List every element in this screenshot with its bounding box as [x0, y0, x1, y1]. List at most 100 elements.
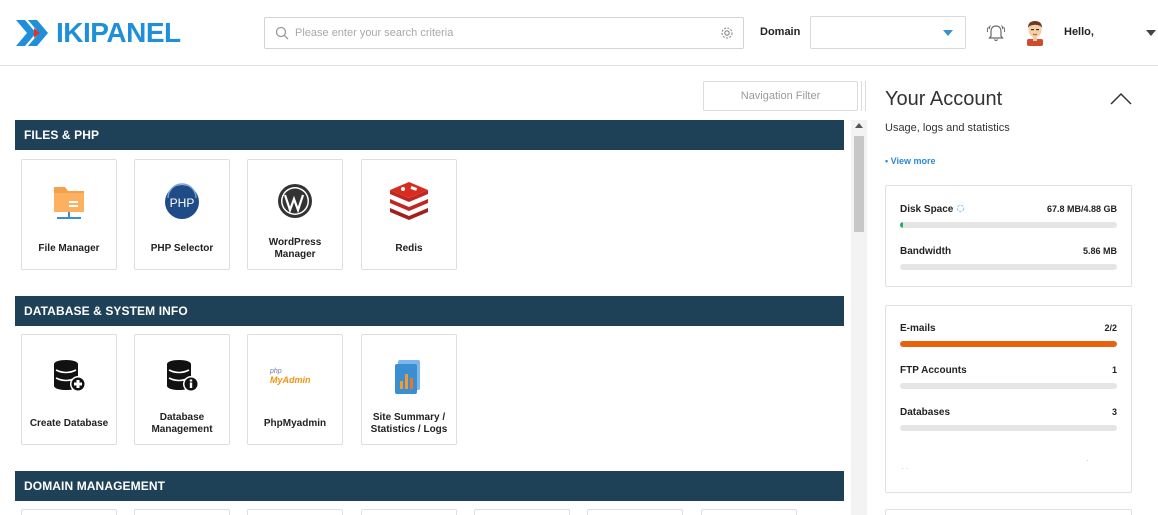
stat-progress-track [900, 222, 1117, 228]
tile-icon-wrap [22, 178, 116, 224]
stat-name-text: Disk Space [900, 204, 954, 215]
statistics-icon [395, 360, 420, 394]
tile-label: Redis [395, 243, 423, 254]
logo-text-prefix: IKI [56, 17, 91, 48]
stat-value: 1 [1111, 365, 1117, 375]
stat-disk-space: Disk Space 67.8 MB/4.88 GB [900, 204, 1117, 234]
stat-emails: E-mails 2/2 [900, 323, 1117, 353]
stat-name: E-mails [900, 323, 936, 334]
redis-icon [390, 182, 428, 220]
tile-icon-wrap [362, 178, 456, 224]
ikipanel-logo[interactable]: IKIPANEL [16, 14, 181, 52]
section-database-system-info[interactable]: DATABASE & SYSTEM INFO [15, 296, 844, 326]
logo-text-suffix: PANEL [90, 17, 181, 48]
stat-bandwidth: Bandwidth 5.86 MB [900, 246, 1117, 276]
account-title: Your Account [885, 88, 1003, 110]
stat-ftp-accounts: FTP Accounts 1 [900, 365, 1117, 395]
stat-name: Bandwidth [900, 246, 952, 257]
domain-select[interactable] [810, 16, 966, 49]
scroll-up-arrow-icon[interactable] [855, 123, 863, 128]
search-box[interactable] [264, 17, 744, 49]
tile-icon-wrap [362, 353, 456, 399]
tile-icon-wrap: php MyAdmin [248, 353, 342, 399]
filter-divider [861, 81, 866, 111]
tile-domain-7[interactable] [701, 509, 797, 515]
tile-label: PHP Selector [150, 243, 214, 254]
logo-text-suffix-label: PANEL [90, 17, 181, 48]
tile-domain-2[interactable] [134, 509, 230, 515]
tile-create-database[interactable]: Create Database [21, 334, 117, 445]
tile-database-management[interactable]: Database Management [134, 334, 230, 445]
stat-progress-track [900, 425, 1117, 431]
usage-card-resources: Disk Space 67.8 MB/4.88 GB Bandwidth 5.8… [885, 185, 1132, 287]
database-manage-icon [167, 360, 199, 392]
logo-text: IKIPANEL [56, 19, 181, 47]
stat-progress-track [900, 264, 1117, 270]
folder-icon [54, 187, 84, 219]
tile-domain-4[interactable] [361, 509, 457, 515]
tile-icon-wrap [22, 353, 116, 399]
tile-domain-3[interactable] [247, 509, 343, 515]
tile-icon-wrap [135, 353, 229, 399]
tile-label: Database Management [151, 412, 213, 435]
tile-redis[interactable]: Redis [361, 159, 457, 270]
usage-card-more [885, 509, 1132, 515]
navigation-filter[interactable] [703, 81, 858, 111]
search-input[interactable] [295, 19, 720, 47]
usage-card-accounts: E-mails 2/2 FTP Accounts 1 Databases 3 ·… [885, 305, 1132, 493]
stat-value: 3 [1111, 407, 1117, 417]
tile-label: File Manager [38, 243, 100, 254]
php-icon: PHP [165, 183, 199, 219]
decorative-dots: · [1086, 456, 1089, 465]
tile-php-selector[interactable]: PHP PHP Selector [134, 159, 230, 270]
top-header: IKIPANEL Domain Hello, [0, 0, 1158, 66]
database-add-icon [54, 360, 86, 392]
search-icon [275, 26, 289, 40]
stat-name: FTP Accounts [900, 365, 967, 376]
tile-domain-5[interactable] [474, 509, 570, 515]
gear-icon[interactable] [720, 26, 734, 40]
stat-progress-track [900, 383, 1117, 389]
stat-value: 67.8 MB/4.88 GB [1046, 204, 1117, 214]
stat-name: Databases [900, 407, 951, 418]
svg-text:PHP: PHP [170, 196, 195, 210]
tile-icon-wrap [248, 178, 342, 224]
navigation-filter-input[interactable] [704, 82, 857, 110]
tile-label: Site Summary / Statistics / Logs [370, 412, 448, 435]
tile-label: Create Database [29, 418, 109, 429]
stat-value: 5.86 MB [1082, 246, 1117, 256]
content-scrollbar[interactable] [851, 120, 867, 515]
domain-label: Domain [760, 26, 801, 38]
stat-progress-fill [900, 222, 904, 228]
wordpress-icon [278, 184, 312, 218]
stat-databases: Databases 3 [900, 407, 1117, 437]
tile-label: WordPress Manager [268, 237, 322, 260]
avatar[interactable] [1023, 18, 1047, 46]
chevron-up-icon[interactable] [1109, 92, 1133, 106]
tile-domain-6[interactable] [587, 509, 683, 515]
phpmyadmin-icon: php MyAdmin [270, 361, 320, 391]
tile-domain-1[interactable] [21, 509, 117, 515]
stat-progress-fill [900, 341, 1117, 347]
section-domain-management[interactable]: DOMAIN MANAGEMENT [15, 471, 844, 501]
scroll-thumb[interactable] [854, 136, 864, 232]
user-menu-chevron-icon[interactable] [1146, 30, 1156, 36]
tile-file-manager[interactable]: File Manager [21, 159, 117, 270]
stat-progress-track [900, 341, 1117, 347]
tile-phpmyadmin[interactable]: php MyAdmin PhpMyadmin [247, 334, 343, 445]
decorative-dots: · · [901, 464, 909, 473]
tile-icon-wrap: PHP [135, 178, 229, 224]
phpmyadmin-logo-big: MyAdmin [270, 375, 311, 385]
tile-label: PhpMyadmin [263, 418, 327, 429]
refresh-icon[interactable] [956, 204, 965, 213]
view-more-link[interactable]: • View more [885, 156, 936, 166]
bell-icon[interactable] [984, 21, 1008, 45]
stat-value: 2/2 [1104, 323, 1117, 333]
account-subtitle: Usage, logs and statistics [885, 122, 1010, 134]
section-files-php[interactable]: FILES & PHP [15, 120, 844, 150]
user-greeting[interactable]: Hello, [1064, 26, 1094, 38]
chevron-down-icon [943, 30, 953, 36]
tile-site-summary[interactable]: Site Summary / Statistics / Logs [361, 334, 457, 445]
tile-wordpress-manager[interactable]: WordPress Manager [247, 159, 343, 270]
stat-name: Disk Space [900, 204, 965, 215]
